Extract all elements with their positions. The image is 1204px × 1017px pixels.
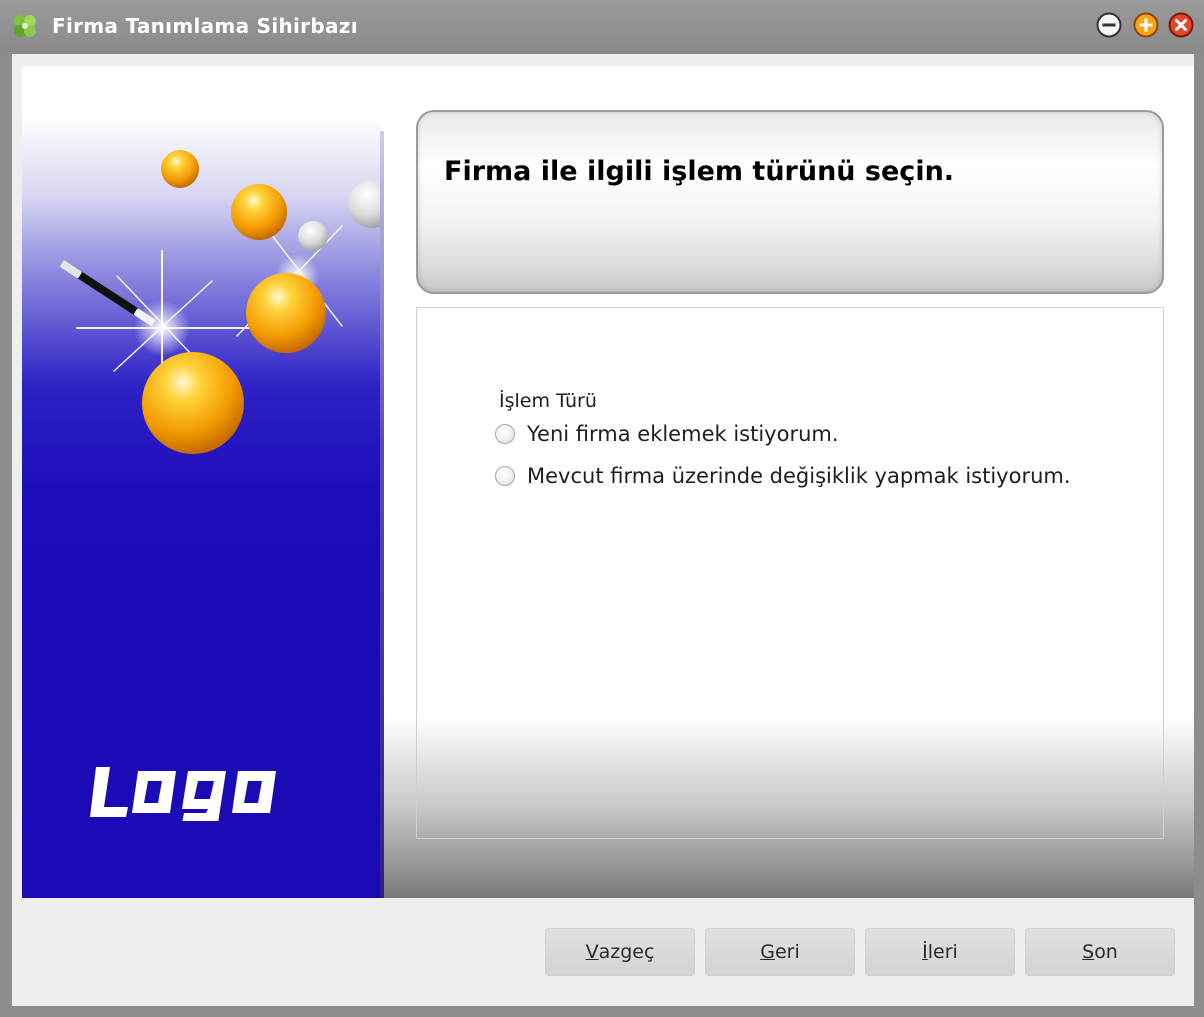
radio-label[interactable]: Mevcut firma üzerinde değişiklik yapmak … [527,464,1071,488]
step-header: Firma ile ilgili işlem türünü seçin. [416,110,1164,294]
next-label: leri [927,941,958,963]
finish-mnemonic: S [1082,941,1095,963]
sidebar-edge [380,131,384,898]
close-icon[interactable] [1168,12,1194,38]
back-mnemonic: G [760,941,775,963]
window-title: Firma Tanımlama Sihirbazı [52,14,358,38]
operation-type-label: İşlem Türü [499,390,597,412]
radio-button[interactable] [495,466,515,486]
maximize-icon[interactable] [1133,12,1159,38]
cancel-label: azgeç [598,941,655,963]
radio-label[interactable]: Yeni firma eklemek istiyorum. [527,422,839,446]
finish-button[interactable]: Son [1025,928,1175,976]
cancel-button[interactable]: Vazgeç [545,928,695,976]
radio-new-firm[interactable]: Yeni firma eklemek istiyorum. [495,422,839,446]
wizard-content: Firma ile ilgili işlem türünü seçin. İşl… [22,66,1194,898]
back-button[interactable]: Geri [705,928,855,976]
radio-modify-firm[interactable]: Mevcut firma üzerinde değişiklik yapmak … [495,464,1071,488]
next-button[interactable]: İleri [865,928,1015,976]
step-title: Firma ile ilgili işlem türünü seçin. [444,156,955,187]
step-body: İşlem Türü Yeni firma eklemek istiyorum.… [416,307,1164,839]
options-area: İşlem Türü Yeni firma eklemek istiyorum.… [417,308,1107,608]
radio-button[interactable] [495,424,515,444]
back-label: eri [774,941,800,963]
client-area: Firma ile ilgili işlem türünü seçin. İşl… [12,54,1194,1006]
wand-and-spheres-illustration [60,150,380,454]
clover-icon [10,12,40,42]
title-bar[interactable]: Firma Tanımlama Sihirbazı [0,0,1204,54]
wizard-sidebar [22,66,380,898]
finish-label: on [1094,941,1118,963]
wizard-window: Firma Tanımlama Sihirbazı Firma ile ilgi… [0,0,1204,1017]
cancel-mnemonic: V [585,941,599,963]
logo-brand [90,761,290,825]
minimize-icon[interactable] [1096,12,1122,38]
